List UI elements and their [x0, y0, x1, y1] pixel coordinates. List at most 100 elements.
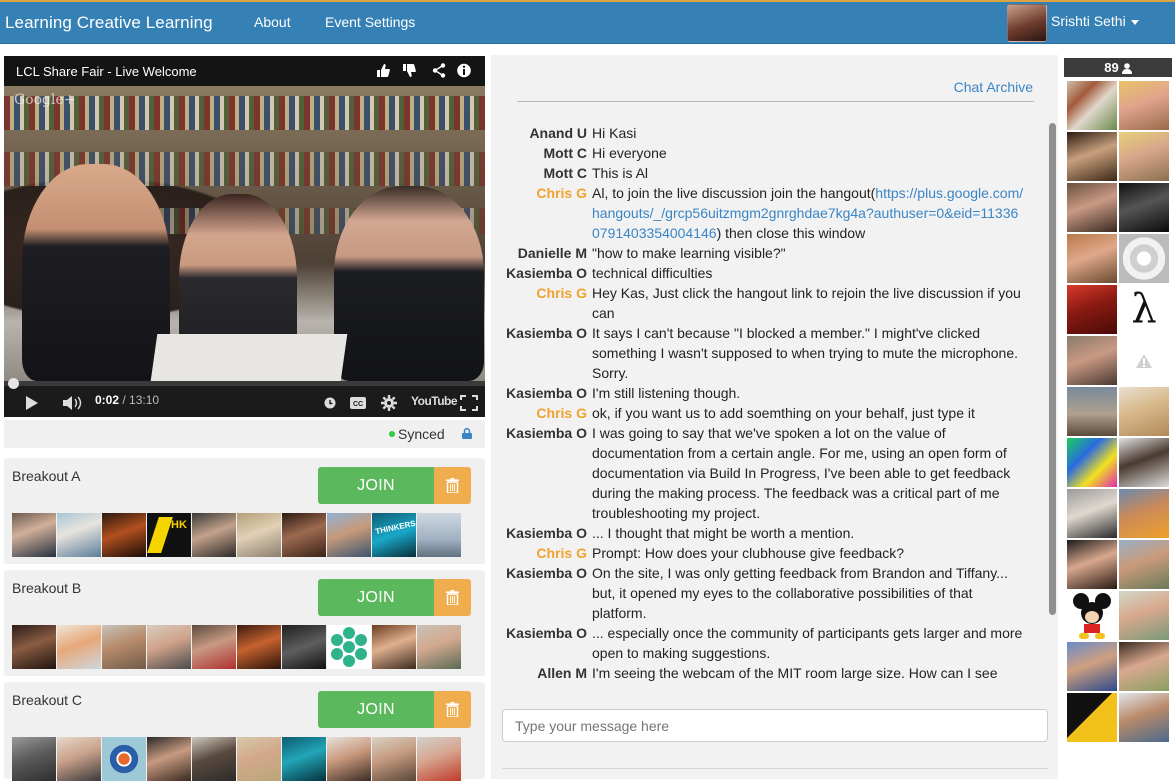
chat-message-input[interactable] — [502, 709, 1048, 742]
chat-message-author[interactable]: Mott C — [491, 163, 592, 183]
avatar[interactable] — [102, 513, 146, 557]
gear-icon[interactable] — [381, 395, 397, 411]
youtube-logo[interactable]: YouTube — [411, 394, 458, 408]
lock-icon[interactable] — [462, 428, 472, 439]
participant-avatar[interactable] — [1067, 234, 1117, 283]
avatar[interactable] — [327, 737, 371, 781]
avatar[interactable] — [282, 737, 326, 781]
participant-avatar[interactable] — [1119, 642, 1169, 691]
participant-avatar[interactable] — [1119, 540, 1169, 589]
join-breakout-c-button[interactable]: JOIN — [318, 691, 434, 728]
join-breakout-a-button[interactable]: JOIN — [318, 467, 434, 504]
delete-breakout-c-button[interactable] — [434, 691, 471, 728]
participant-avatar[interactable] — [1067, 183, 1117, 232]
brand-title[interactable]: Learning Creative Learning — [5, 13, 213, 33]
participant-avatar[interactable] — [1119, 234, 1169, 283]
avatar[interactable] — [372, 625, 416, 669]
participant-avatar[interactable] — [1067, 642, 1117, 691]
user-menu[interactable]: Srishti Sethi — [1051, 13, 1139, 29]
chat-message-author[interactable]: Kasiemba O — [491, 323, 592, 383]
participant-avatar[interactable] — [1067, 693, 1117, 742]
avatar[interactable] — [327, 625, 371, 669]
mickey-mouse-avatar[interactable] — [1067, 591, 1117, 640]
participant-avatar[interactable] — [1119, 132, 1169, 181]
participant-avatar[interactable] — [1067, 132, 1117, 181]
chat-message-author[interactable]: Chris G — [491, 543, 592, 563]
avatar[interactable] — [282, 625, 326, 669]
chat-message-author[interactable]: Danielle M — [491, 243, 592, 263]
info-icon[interactable] — [457, 63, 471, 78]
volume-icon[interactable] — [63, 396, 83, 410]
cc-icon[interactable]: CC — [350, 397, 366, 409]
participant-avatar[interactable] — [1119, 81, 1169, 130]
avatar[interactable] — [372, 737, 416, 781]
progress-bar[interactable] — [4, 378, 485, 389]
participant-avatar[interactable] — [1119, 183, 1169, 232]
chat-message-author[interactable]: Kasiemba O — [491, 423, 592, 523]
avatar[interactable] — [192, 513, 236, 557]
avatar[interactable] — [12, 737, 56, 781]
fullscreen-icon[interactable] — [460, 395, 478, 411]
avatar[interactable] — [417, 625, 461, 669]
participant-avatar[interactable] — [1067, 81, 1117, 130]
play-icon[interactable] — [26, 396, 38, 410]
avatar[interactable] — [282, 513, 326, 557]
avatar[interactable] — [237, 513, 281, 557]
participant-avatar[interactable] — [1067, 387, 1117, 436]
chat-message-author[interactable]: Chris G — [491, 283, 592, 323]
video-title[interactable]: LCL Share Fair - Live Welcome — [16, 64, 197, 79]
avatar[interactable] — [192, 737, 236, 781]
nav-about-link[interactable]: About — [254, 14, 291, 30]
participant-avatar[interactable] — [1119, 387, 1169, 436]
avatar[interactable] — [57, 625, 101, 669]
chat-message-author[interactable]: Kasiemba O — [491, 523, 592, 543]
progress-handle[interactable] — [8, 378, 19, 389]
share-icon[interactable] — [432, 63, 446, 78]
chat-message-author[interactable]: Chris G — [491, 403, 592, 423]
participant-avatar[interactable] — [1119, 336, 1169, 385]
join-breakout-b-button[interactable]: JOIN — [318, 579, 434, 616]
lambda-avatar[interactable]: λ — [1119, 285, 1169, 334]
chat-message-author[interactable]: Kasiemba O — [491, 383, 592, 403]
participant-avatar[interactable] — [1119, 489, 1169, 538]
chat-message-author[interactable]: Chris G — [491, 183, 592, 243]
avatar[interactable] — [102, 737, 146, 781]
user-avatar[interactable] — [1007, 4, 1047, 42]
chat-message-author[interactable]: Kasiemba O — [491, 623, 592, 663]
chat-message-list[interactable]: Anand U Hi Kasi Mott C Hi everyone Mott C Thi… — [491, 123, 1035, 703]
avatar[interactable] — [12, 513, 56, 557]
participant-avatar[interactable] — [1067, 285, 1117, 334]
avatar[interactable] — [417, 737, 461, 781]
avatar[interactable]: HK — [147, 513, 191, 557]
avatar[interactable] — [147, 625, 191, 669]
participant-avatar[interactable] — [1067, 438, 1117, 487]
participant-avatar[interactable] — [1119, 438, 1169, 487]
avatar[interactable] — [12, 625, 56, 669]
chat-scrollbar[interactable] — [1049, 123, 1056, 615]
delete-breakout-b-button[interactable] — [434, 579, 471, 616]
chat-archive-link[interactable]: Chat Archive — [954, 79, 1033, 95]
participant-avatar[interactable] — [1067, 540, 1117, 589]
thumbs-up-icon[interactable] — [376, 63, 390, 78]
avatar[interactable] — [57, 737, 101, 781]
thumbs-down-icon[interactable] — [402, 63, 416, 78]
participant-avatar[interactable] — [1067, 489, 1117, 538]
chat-message-author[interactable]: Kasiemba O — [491, 263, 592, 283]
avatar[interactable] — [57, 513, 101, 557]
avatar[interactable] — [237, 625, 281, 669]
chat-message-author[interactable]: Anand U — [491, 123, 592, 143]
chat-message-author[interactable]: Kasiemba O — [491, 563, 592, 623]
avatar[interactable] — [327, 513, 371, 557]
clock-icon[interactable] — [324, 397, 336, 409]
participant-avatar[interactable] — [1119, 591, 1169, 640]
video-player[interactable]: LCL Share Fair - Live Welcome Google+ 0:… — [4, 56, 485, 417]
avatar[interactable] — [102, 625, 146, 669]
chat-message-author[interactable]: Allen M — [491, 663, 592, 683]
avatar[interactable] — [417, 513, 461, 557]
participant-avatar[interactable] — [1119, 693, 1169, 742]
video-frame[interactable]: Google+ — [4, 86, 485, 381]
avatar[interactable]: THINKERS — [372, 513, 416, 557]
participant-avatar[interactable] — [1067, 336, 1117, 385]
avatar[interactable] — [147, 737, 191, 781]
avatar[interactable] — [192, 625, 236, 669]
